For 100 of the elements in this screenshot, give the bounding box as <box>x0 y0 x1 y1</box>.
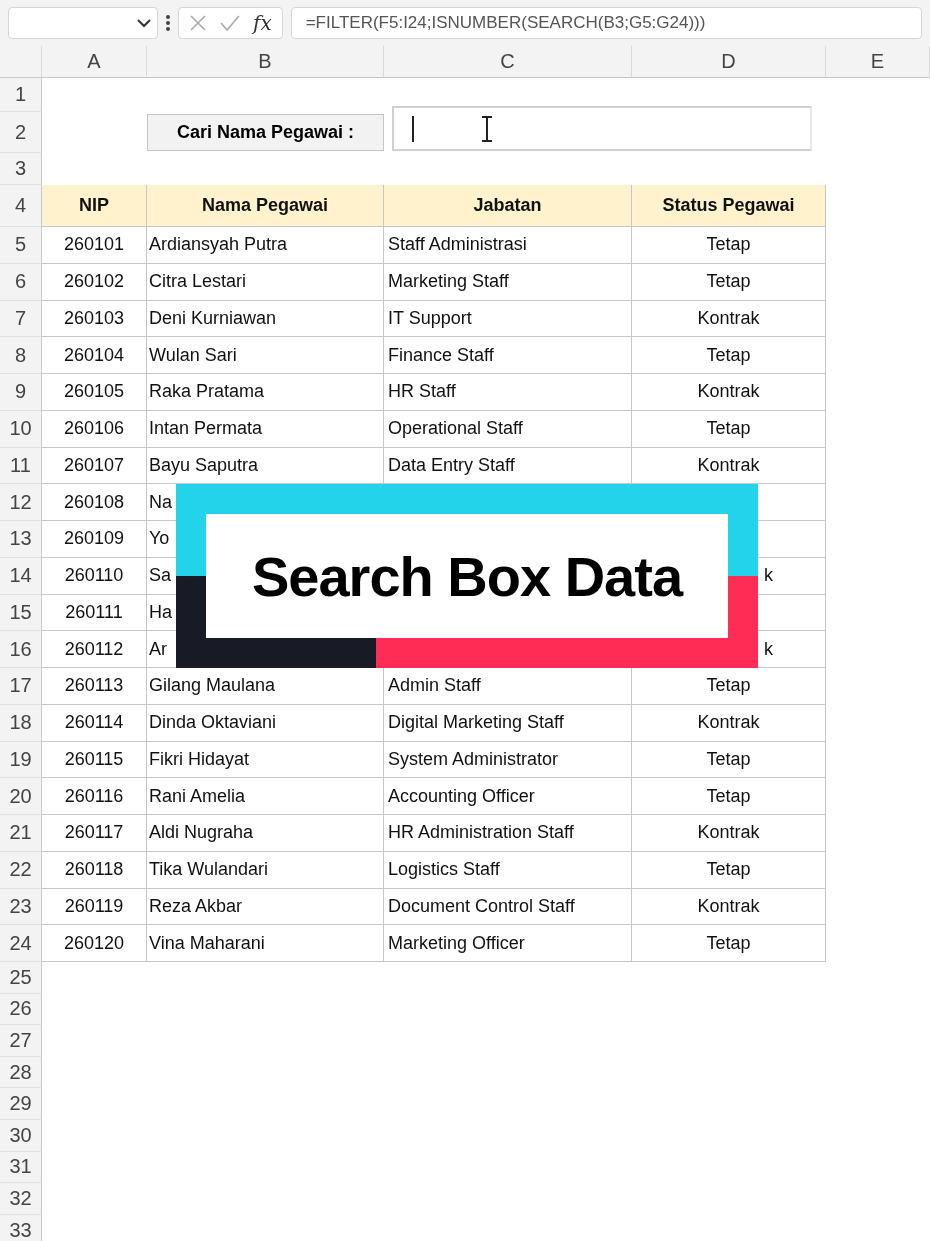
insert-function-button[interactable]: fx <box>253 11 272 35</box>
table-cell: 260109 <box>42 521 147 558</box>
table-cell: 260110 <box>42 557 147 595</box>
row-number[interactable]: 32 <box>0 1183 42 1215</box>
column-header[interactable]: C <box>384 46 632 78</box>
table-cell: Dinda Oktaviani <box>147 704 384 742</box>
header-cell: Status Pegawai <box>632 185 826 227</box>
table-cell: Kontrak <box>632 815 826 852</box>
row-number[interactable]: 9 <box>0 374 42 411</box>
table-cell: 260119 <box>42 888 147 926</box>
row-number[interactable]: 25 <box>0 962 42 994</box>
table-cell: HR Staff <box>384 374 632 411</box>
table-cell: IT Support <box>384 300 632 338</box>
header-cell: Nama Pegawai <box>147 185 384 227</box>
header-cell: Jabatan <box>384 185 632 227</box>
table-cell: System Administrator <box>384 741 632 779</box>
row-number[interactable]: 6 <box>0 263 42 301</box>
table-cell: 260108 <box>42 484 147 521</box>
table-cell: Gilang Maulana <box>147 668 384 705</box>
row-number[interactable]: 21 <box>0 815 42 852</box>
header-cell: NIP <box>42 185 147 227</box>
table-cell: Tetap <box>632 925 826 962</box>
table-cell: Reza Akbar <box>147 888 384 926</box>
row-number[interactable]: 29 <box>0 1088 42 1120</box>
row-number[interactable]: 2 <box>0 112 42 153</box>
search-field[interactable] <box>392 106 812 151</box>
table-cell: Finance Staff <box>384 337 632 374</box>
row-number[interactable]: 8 <box>0 337 42 374</box>
table-cell: Tetap <box>632 410 826 448</box>
table-cell: Logistics Staff <box>384 851 632 889</box>
table-cell: 260103 <box>42 300 147 338</box>
banner-title: Search Box Data <box>206 514 728 639</box>
row-number[interactable]: 16 <box>0 631 42 668</box>
row-number[interactable]: 15 <box>0 594 42 632</box>
table-cell: Marketing Officer <box>384 925 632 962</box>
row-number[interactable]: 3 <box>0 153 42 185</box>
select-all-corner[interactable] <box>0 46 42 78</box>
table-cell: Fikri Hidayat <box>147 741 384 779</box>
table-cell: Intan Permata <box>147 410 384 448</box>
table-cell: Tetap <box>632 778 826 815</box>
table-cell: 260114 <box>42 704 147 742</box>
row-number[interactable]: 20 <box>0 778 42 815</box>
column-header[interactable]: A <box>42 46 147 78</box>
row-number[interactable]: 4 <box>0 185 42 227</box>
table-cell: 260113 <box>42 668 147 705</box>
formula-field[interactable]: =FILTER(F5:I24;ISNUMBER(SEARCH(B3;G5:G24))) <box>290 7 922 39</box>
row-number[interactable]: 26 <box>0 993 42 1026</box>
column-header[interactable]: B <box>147 46 384 78</box>
check-icon[interactable] <box>219 14 241 32</box>
table-cell: Tetap <box>632 227 826 264</box>
search-label: Cari Nama Pegawai : <box>147 114 384 151</box>
table-cell: 260106 <box>42 410 147 448</box>
table-cell: Rani Amelia <box>147 778 384 815</box>
row-number[interactable]: 18 <box>0 704 42 742</box>
table-cell: 260104 <box>42 337 147 374</box>
table-cell: Kontrak <box>632 300 826 338</box>
row-number[interactable]: 31 <box>0 1151 42 1184</box>
text-cursor-icon <box>480 115 494 142</box>
name-box[interactable] <box>8 7 158 39</box>
table-cell: Tetap <box>632 851 826 889</box>
table-cell: Kontrak <box>632 447 826 485</box>
row-number[interactable]: 1 <box>0 78 42 112</box>
column-header[interactable]: E <box>826 46 930 78</box>
table-cell: Kontrak <box>632 374 826 411</box>
table-cell: Raka Pratama <box>147 374 384 411</box>
row-number[interactable]: 19 <box>0 741 42 779</box>
table-cell: Tetap <box>632 668 826 705</box>
table-cell: 260117 <box>42 815 147 852</box>
table-cell: Wulan Sari <box>147 337 384 374</box>
row-number[interactable]: 7 <box>0 300 42 338</box>
table-cell: 260105 <box>42 374 147 411</box>
row-number[interactable]: 10 <box>0 410 42 448</box>
row-number[interactable]: 11 <box>0 447 42 485</box>
table-cell: Staff Administrasi <box>384 227 632 264</box>
column-header[interactable]: D <box>632 46 826 78</box>
row-number[interactable]: 27 <box>0 1025 42 1057</box>
row-number[interactable]: 33 <box>0 1214 42 1241</box>
table-cell: Marketing Staff <box>384 263 632 301</box>
table-cell: Citra Lestari <box>147 263 384 301</box>
table-cell: Tetap <box>632 263 826 301</box>
table-cell: 260111 <box>42 594 147 632</box>
table-cell: Ardiansyah Putra <box>147 227 384 264</box>
row-number[interactable]: 13 <box>0 521 42 558</box>
row-number[interactable]: 23 <box>0 888 42 926</box>
row-number[interactable]: 12 <box>0 484 42 521</box>
row-number[interactable]: 22 <box>0 851 42 889</box>
table-cell: Kontrak <box>632 704 826 742</box>
row-number[interactable]: 30 <box>0 1119 42 1152</box>
row-number[interactable]: 17 <box>0 668 42 705</box>
row-number[interactable]: 14 <box>0 557 42 595</box>
close-icon[interactable] <box>189 14 207 32</box>
table-cell: Aldi Nugraha <box>147 815 384 852</box>
table-cell: Operational Staff <box>384 410 632 448</box>
table-cell: Kontrak <box>632 888 826 926</box>
table-cell: Tetap <box>632 337 826 374</box>
row-number[interactable]: 28 <box>0 1056 42 1089</box>
row-number[interactable]: 24 <box>0 925 42 962</box>
more-vertical-icon[interactable] <box>166 14 170 32</box>
chevron-down-icon <box>137 18 151 28</box>
row-number[interactable]: 5 <box>0 227 42 264</box>
